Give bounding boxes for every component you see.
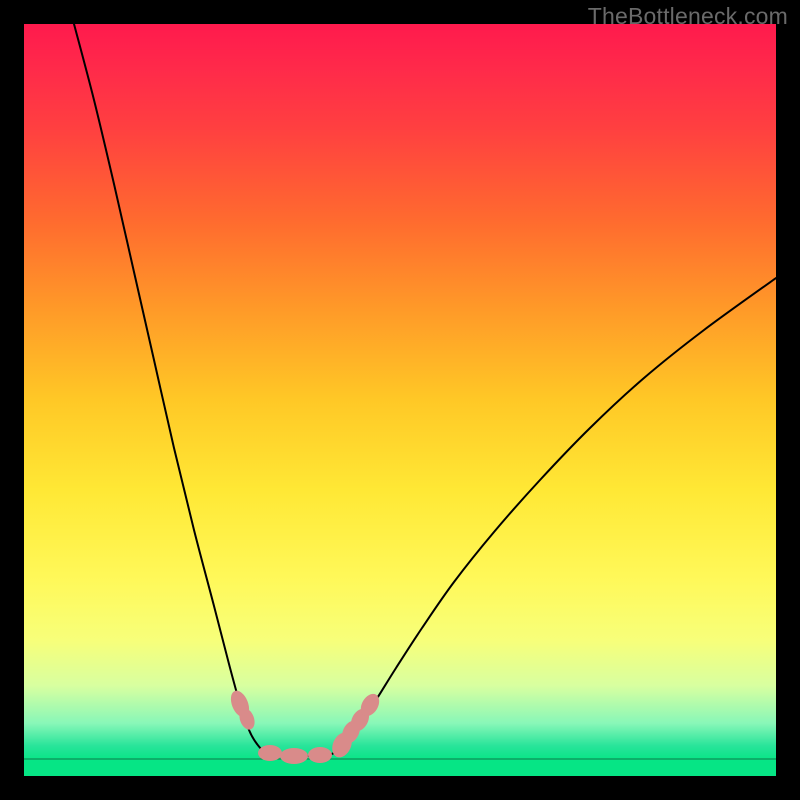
marker-blob (280, 748, 308, 764)
bottleneck-curve (74, 24, 776, 756)
curve-svg (24, 24, 776, 776)
marker-blob (258, 745, 282, 761)
marker-blob (308, 747, 332, 763)
chart-frame: TheBottleneck.com (0, 0, 800, 800)
plot-area (24, 24, 776, 776)
